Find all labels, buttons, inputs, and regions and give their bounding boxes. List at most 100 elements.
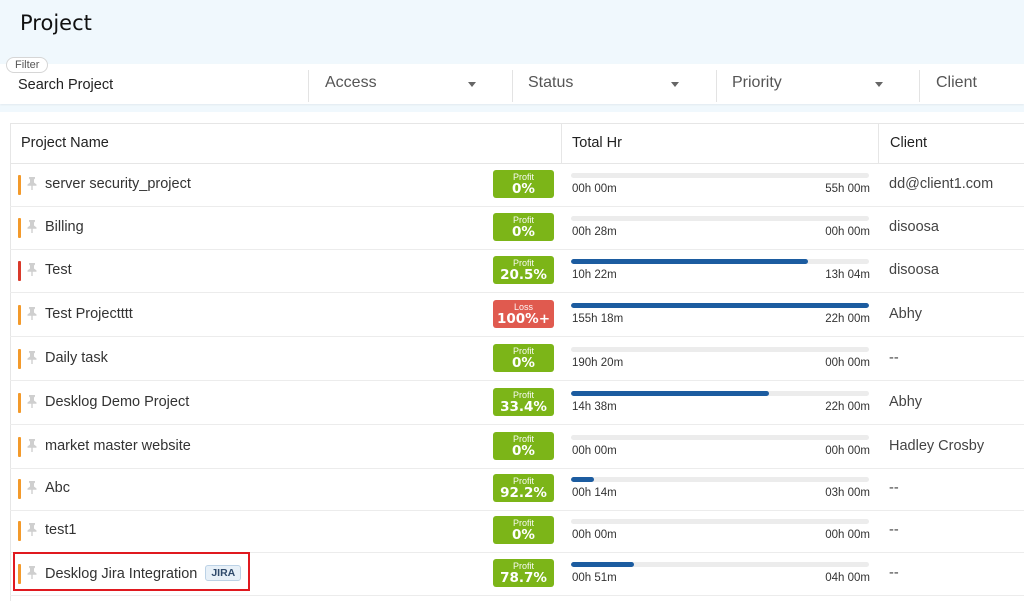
pin-icon[interactable] <box>26 480 38 494</box>
badge-label: Profit <box>512 518 534 528</box>
badge-value: 33.4% <box>500 399 547 415</box>
access-select[interactable]: Access <box>325 74 377 92</box>
priority-chevron-down-icon[interactable] <box>875 82 883 87</box>
table-row[interactable]: Desklog Demo Project Profit 33.4% 14h 38m 22… <box>10 381 1024 425</box>
profit-badge: Profit 92.2% <box>493 474 554 502</box>
status-chevron-down-icon[interactable] <box>671 82 679 87</box>
hours-spent: 10h 22m <box>572 269 617 281</box>
project-name-link[interactable]: test1 <box>45 522 76 538</box>
priority-indicator <box>18 393 21 413</box>
profit-badge: Loss 100%+ <box>493 300 554 328</box>
project-name: Test <box>45 262 72 278</box>
badge-label: Profit <box>512 258 534 268</box>
priority-indicator <box>18 437 21 457</box>
badge-value: 0% <box>512 527 535 543</box>
progress-bar <box>571 519 869 524</box>
priority-indicator <box>18 479 21 499</box>
pin-icon[interactable] <box>26 438 38 452</box>
progress-fill <box>571 303 869 308</box>
table-row[interactable]: Abc Profit 92.2% 00h 14m 03h 00m -- <box>10 467 1024 511</box>
project-name-link[interactable]: Test Projectttt <box>45 306 133 322</box>
profit-badge: Profit 78.7% <box>493 559 554 587</box>
profit-badge: Profit 0% <box>493 170 554 198</box>
progress-bar <box>571 303 869 308</box>
client-name: Abhy <box>889 306 923 322</box>
hours-allocated: 04h 00m <box>825 572 870 584</box>
filter-divider <box>308 70 309 102</box>
project-name: Billing <box>45 219 84 235</box>
pin-icon[interactable] <box>26 522 38 536</box>
project-name-link[interactable]: Desklog Demo Project <box>45 394 189 410</box>
filter-divider <box>919 70 920 102</box>
pin-icon[interactable] <box>26 350 38 364</box>
project-name-link[interactable]: Billing <box>45 219 84 235</box>
column-header-total-hr[interactable]: Total Hr <box>572 135 622 151</box>
badge-value: 100%+ <box>496 311 551 327</box>
priority-indicator <box>18 218 21 238</box>
client-name: disoosa <box>889 219 939 235</box>
project-name: Desklog Demo Project <box>45 394 190 410</box>
project-name-link[interactable]: server security_project <box>45 176 191 192</box>
pin-icon[interactable] <box>26 262 38 276</box>
column-header-client[interactable]: Client <box>890 135 927 151</box>
table-row[interactable]: test1 Profit 0% 00h 00m 00h 00m -- <box>10 509 1024 553</box>
badge-label: Profit <box>512 434 534 444</box>
priority-select[interactable]: Priority <box>732 74 782 92</box>
pin-icon[interactable] <box>26 394 38 408</box>
profit-badge: Profit 0% <box>493 432 554 460</box>
badge-value: 78.7% <box>500 570 547 586</box>
badge-value: 92.2% <box>500 485 547 501</box>
project-name-link[interactable]: Abc <box>45 480 70 496</box>
filter-chip[interactable]: Filter <box>6 57 49 73</box>
project-name: Daily task <box>45 350 108 366</box>
pin-icon[interactable] <box>26 176 38 190</box>
hours-allocated: 00h 00m <box>825 357 870 369</box>
progress-bar <box>571 435 869 440</box>
badge-label: Loss <box>513 302 533 312</box>
progress-bar <box>571 216 869 221</box>
hours-spent: 00h 51m <box>572 572 617 584</box>
profit-badge: Profit 33.4% <box>493 388 554 416</box>
hours-allocated: 03h 00m <box>825 487 870 499</box>
hours-allocated: 00h 00m <box>825 445 870 457</box>
client-name: -- <box>889 350 899 366</box>
priority-indicator <box>18 305 21 325</box>
client-name: disoosa <box>889 262 939 278</box>
hours-spent: 00h 00m <box>572 183 617 195</box>
table-row[interactable]: Test Projectttt Loss 100%+ 155h 18m 22h 00m A… <box>10 293 1024 337</box>
progress-fill <box>571 259 808 264</box>
table-row[interactable]: Daily task Profit 0% 190h 20m 00h 00m -- <box>10 337 1024 381</box>
access-chevron-down-icon[interactable] <box>468 82 476 87</box>
filter-divider <box>512 70 513 102</box>
hours-spent: 00h 00m <box>572 445 617 457</box>
table-row[interactable]: Billing Profit 0% 00h 28m 00h 00m disoosa <box>10 206 1024 250</box>
search-project-input[interactable]: Search Project <box>18 77 113 93</box>
hours-spent: 00h 28m <box>572 226 617 238</box>
badge-label: Profit <box>512 346 534 356</box>
client-select[interactable]: Client <box>936 74 977 92</box>
status-select[interactable]: Status <box>528 74 573 92</box>
project-name: server security_project <box>45 176 191 192</box>
column-header-project-name[interactable]: Project Name <box>21 135 109 151</box>
progress-bar <box>571 173 869 178</box>
hours-allocated: 55h 00m <box>825 183 870 195</box>
badge-value: 0% <box>512 355 535 371</box>
hours-spent: 00h 00m <box>572 529 617 541</box>
project-name-link[interactable]: market master website <box>45 438 191 454</box>
project-name-link[interactable]: Test <box>45 262 72 278</box>
client-name: -- <box>889 480 899 496</box>
badge-value: 0% <box>512 443 535 459</box>
table-row[interactable]: market master website Profit 0% 00h 00m 00h … <box>10 425 1024 469</box>
pin-icon[interactable] <box>26 306 38 320</box>
badge-label: Profit <box>512 215 534 225</box>
table-row[interactable]: server security_project Profit 0% 00h 00m 55… <box>10 163 1024 207</box>
progress-bar <box>571 259 869 264</box>
project-name-link[interactable]: Daily task <box>45 350 108 366</box>
hours-allocated: 00h 00m <box>825 226 870 238</box>
client-name: dd@client1.com <box>889 176 994 192</box>
pin-icon[interactable] <box>26 219 38 233</box>
project-name: test1 <box>45 522 77 538</box>
table-row[interactable]: Test Profit 20.5% 10h 22m 13h 04m disoosa <box>10 249 1024 293</box>
hours-allocated: 13h 04m <box>825 269 870 281</box>
progress-fill <box>571 562 635 567</box>
